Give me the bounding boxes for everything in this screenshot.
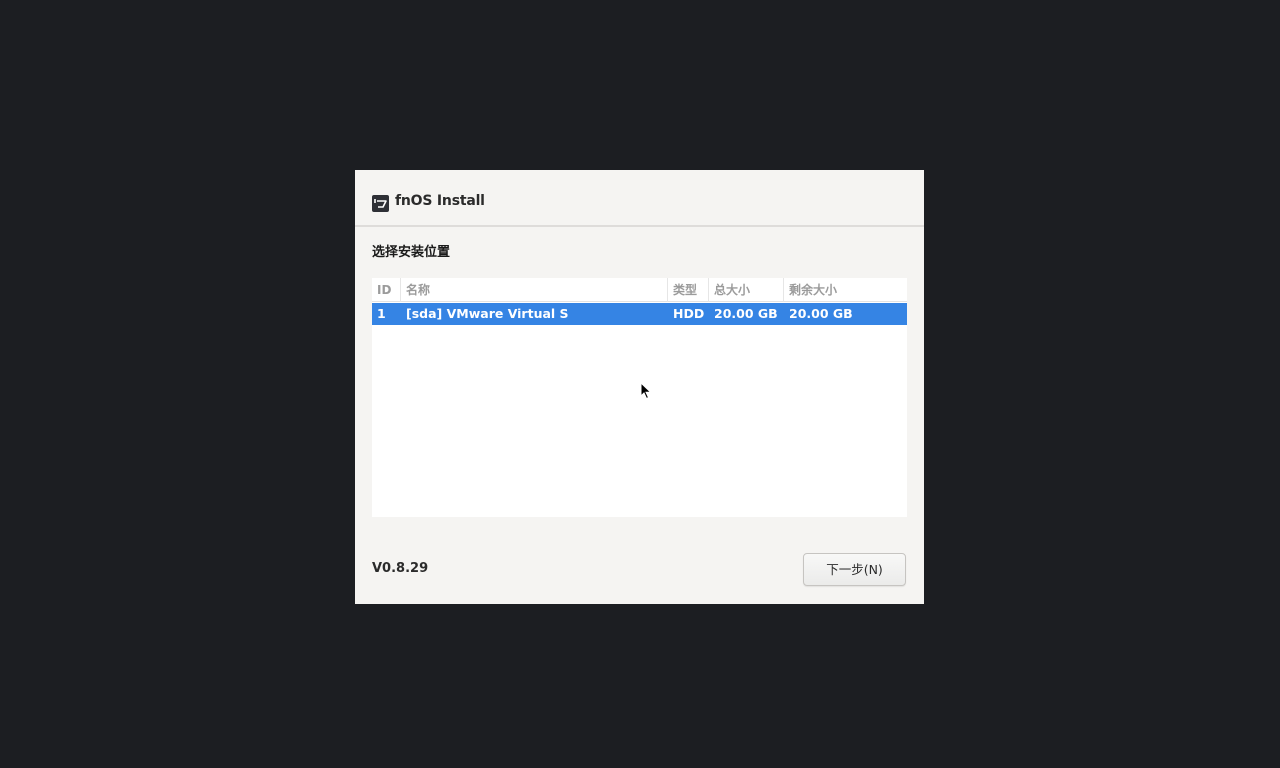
cell-total-size: 20.00 GB: [714, 306, 778, 321]
cell-free-size: 20.00 GB: [789, 306, 853, 321]
page-title: 选择安装位置: [372, 245, 451, 260]
column-header-type[interactable]: 类型: [668, 278, 709, 302]
column-header-free-size[interactable]: 剩余大小: [784, 278, 907, 302]
column-header-id[interactable]: ID: [372, 278, 401, 302]
cell-type: HDD: [673, 306, 705, 321]
column-header-name[interactable]: 名称: [401, 278, 668, 302]
cell-id: 1: [377, 306, 386, 321]
mouse-pointer-icon: [640, 381, 652, 404]
next-button[interactable]: 下一步(N): [803, 553, 906, 586]
title-bar: fnOS Install: [355, 170, 924, 227]
cell-name: [sda] VMware Virtual S: [406, 306, 569, 321]
column-header-total-size[interactable]: 总大小: [709, 278, 784, 302]
version-label: V0.8.29: [372, 561, 429, 576]
table-header: ID 名称 类型 总大小 剩余大小: [372, 278, 907, 302]
table-row[interactable]: 1 [sda] VMware Virtual S HDD 20.00 GB 20…: [372, 303, 907, 325]
window-title: fnOS Install: [395, 193, 485, 209]
fnos-logo-icon: [372, 195, 389, 212]
